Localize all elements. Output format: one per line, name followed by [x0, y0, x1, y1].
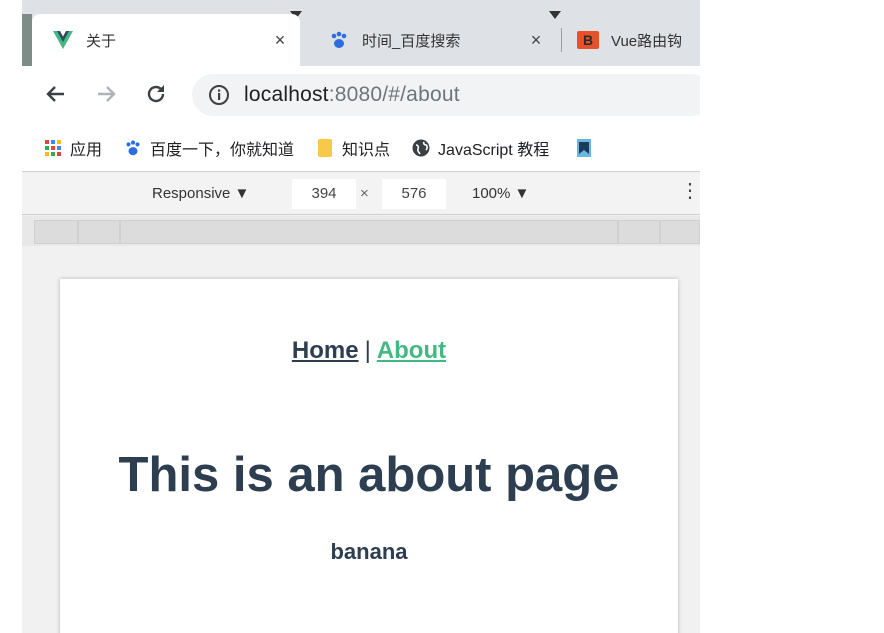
- url-host: localhost: [244, 83, 329, 106]
- svg-text:B: B: [583, 32, 593, 48]
- reload-button[interactable]: [142, 80, 170, 108]
- back-arrow-icon: [46, 86, 64, 102]
- bookmark-knowledge[interactable]: 知识点: [316, 136, 390, 160]
- page-heading: This is an about page: [118, 448, 620, 502]
- bookmark-label: 百度一下，你就知道: [150, 141, 295, 159]
- vue-logo-icon: [52, 30, 74, 50]
- window-edge: [0, 0, 22, 633]
- tab-about[interactable]: 关于 ×: [32, 14, 300, 66]
- height-input[interactable]: 576: [382, 179, 446, 209]
- home-link[interactable]: Home: [292, 337, 359, 364]
- bookmark-icon: [575, 138, 593, 157]
- tab-close-button[interactable]: ×: [270, 30, 290, 51]
- browser-window: 关于 × 时间_百度搜索 × B Vue路由钩 localhost:8080/#…: [22, 0, 700, 633]
- apps-grid-icon: [44, 139, 62, 157]
- toolbar: localhost:8080/#/about: [22, 66, 700, 124]
- reload-icon: [147, 85, 165, 103]
- bookmark-label: 知识点: [342, 141, 391, 159]
- url-text: localhost:8080/#/about: [244, 83, 460, 107]
- baidu-paw-icon: [124, 139, 142, 157]
- emulated-viewport: Home | About This is an about page banana: [60, 279, 678, 633]
- info-icon: [209, 85, 229, 105]
- url-path: :8080/#/about: [328, 83, 460, 106]
- tab-close-button[interactable]: ×: [526, 30, 546, 51]
- tab-title: 时间_百度搜索: [362, 32, 461, 50]
- folder-icon: [316, 138, 334, 157]
- bookmark-label: JavaScript 教程: [438, 141, 550, 159]
- width-input[interactable]: 394: [292, 179, 356, 209]
- tab-title: Vue路由钩: [611, 32, 683, 50]
- dimension-separator: ×: [360, 185, 369, 202]
- more-options-button[interactable]: ⋮: [680, 181, 700, 201]
- address-bar[interactable]: localhost:8080/#/about: [192, 74, 700, 116]
- tab-baidu-search[interactable]: 时间_百度搜索 ×: [308, 14, 556, 66]
- tab-strip-accent: [22, 14, 32, 66]
- bookmark-apps[interactable]: 应用: [44, 136, 102, 160]
- tab-separator: [561, 28, 562, 52]
- ruler-segment[interactable]: [660, 220, 700, 244]
- tab-vue-router[interactable]: B Vue路由钩: [565, 14, 700, 66]
- baidu-paw-icon: [328, 30, 350, 50]
- media-query-ruler[interactable]: [22, 216, 700, 246]
- zoom-select[interactable]: 100% ▼: [472, 185, 529, 202]
- ruler-segment[interactable]: [120, 220, 618, 244]
- device-select[interactable]: Responsive ▼: [152, 185, 249, 202]
- router-nav: Home | About: [60, 337, 678, 365]
- ruler-segment[interactable]: [618, 220, 660, 244]
- nav-separator: |: [364, 337, 371, 364]
- forward-button[interactable]: [92, 80, 120, 108]
- bookmark-javascript[interactable]: JavaScript 教程: [412, 136, 549, 160]
- ruler-segment[interactable]: [78, 220, 120, 244]
- tab-strip: 关于 × 时间_百度搜索 × B Vue路由钩: [22, 0, 700, 66]
- globe-icon: [412, 139, 430, 157]
- bookmark-overflow[interactable]: [575, 138, 601, 157]
- bookmark-baidu[interactable]: 百度一下，你就知道: [124, 136, 294, 160]
- forward-arrow-icon: [98, 86, 116, 102]
- about-link[interactable]: About: [377, 337, 446, 364]
- device-toolbar: Responsive ▼ 394 × 576 100% ▼ ⋮: [22, 173, 700, 215]
- page-subtext: banana: [330, 539, 408, 564]
- back-button[interactable]: [42, 80, 70, 108]
- ruler-segment[interactable]: [34, 220, 78, 244]
- tab-title: 关于: [86, 32, 117, 50]
- jetbrains-icon: B: [577, 30, 599, 50]
- bookmarks-bar: 应用 百度一下，你就知道 知识点 JavaScript 教程: [22, 124, 700, 172]
- bookmark-label: 应用: [70, 141, 103, 159]
